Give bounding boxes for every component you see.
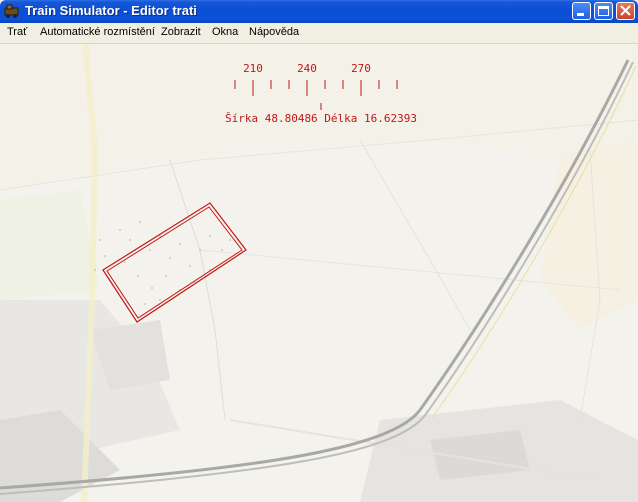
minimize-button[interactable] <box>572 2 591 20</box>
minimize-icon <box>577 13 584 16</box>
menu-zobrazit[interactable]: Zobrazit <box>161 26 201 38</box>
close-icon <box>620 5 631 16</box>
menu-okna[interactable]: Okna <box>212 26 238 38</box>
map-canvas[interactable]: 210 240 270 Šírka 48.80486 Délka 16.6239… <box>0 44 638 502</box>
title-bar[interactable]: Train Simulator - Editor trati <box>0 0 638 23</box>
maximize-button[interactable] <box>594 2 613 20</box>
editor-window: Train Simulator - Editor trati Trať Auto… <box>0 0 638 502</box>
window-title: Train Simulator - Editor trati <box>25 3 197 18</box>
menu-napoveda[interactable]: Nápověda <box>249 26 299 38</box>
maximize-icon <box>598 6 609 16</box>
menu-trat[interactable]: Trať <box>7 26 27 38</box>
train-app-icon <box>4 4 19 18</box>
close-button[interactable] <box>616 2 635 20</box>
menu-bar: Trať Automatické rozmístění Zobrazit Okn… <box>0 23 638 44</box>
menu-automaticke-rozmisteni[interactable]: Automatické rozmístění <box>40 26 155 38</box>
compass-label-270: 270 <box>351 62 371 75</box>
compass-label-240: 240 <box>297 62 317 75</box>
coordinates-readout: Šírka 48.80486 Délka 16.62393 <box>225 112 417 125</box>
compass-label-210: 210 <box>243 62 263 75</box>
